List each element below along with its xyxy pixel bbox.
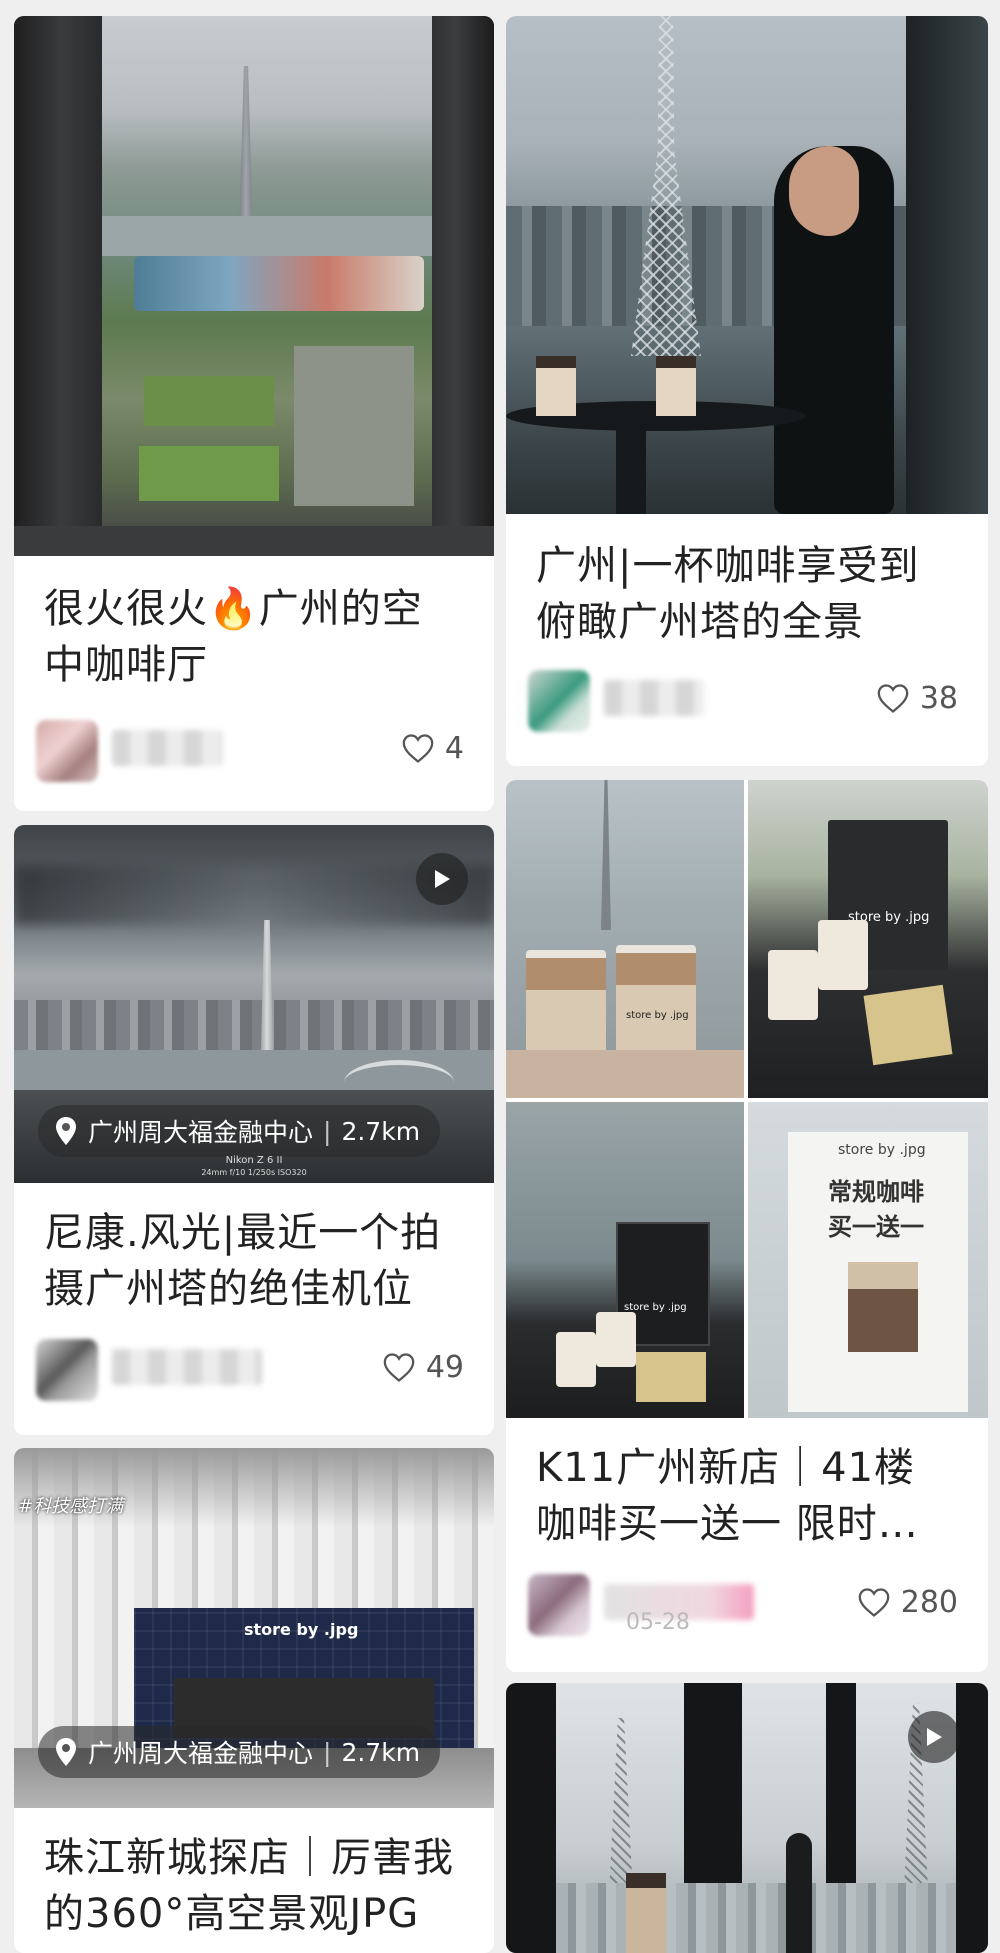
poster-line2: 买一送一 — [828, 1213, 924, 1241]
card-title-line2: 摄广州塔的绝佳机位 — [44, 1266, 413, 1312]
heart-icon — [383, 1353, 415, 1382]
play-button[interactable] — [908, 1711, 960, 1763]
collage-photo-4: store by .jpg 常规咖啡 买一送一 — [748, 1102, 988, 1418]
author-avatar[interactable] — [36, 720, 98, 782]
author-name-blurred[interactable] — [112, 1349, 262, 1385]
card-title-line2: 咖啡买一送一 限时… — [536, 1501, 919, 1547]
poster-line1: 常规咖啡 — [828, 1178, 924, 1206]
author-avatar[interactable] — [528, 1574, 590, 1636]
cup-label: store by .jpg — [626, 1010, 689, 1021]
collage-photo-1: store by .jpg — [506, 780, 744, 1098]
location-name: 广州周大福金融中心 — [88, 1739, 314, 1768]
location-name: 广州周大福金融中心 — [88, 1118, 314, 1147]
author-name-blurred[interactable] — [112, 730, 222, 766]
card-title-line1: K11广州新店｜41楼 — [536, 1445, 916, 1491]
feed-card-left-3[interactable]: #科技感打满 store by .jpg 广州周大福金融中心 | 2.7km 珠… — [14, 1448, 494, 1953]
cover-collage: store by .jpg store by .jpg store by .jp… — [506, 780, 988, 1418]
play-button[interactable] — [416, 853, 468, 905]
like-button[interactable]: 280 — [857, 1582, 958, 1622]
separator: | — [323, 1737, 332, 1767]
location-tag[interactable]: 广州周大福金融中心 | 2.7km — [38, 1726, 441, 1778]
hashtag-text: #科技感打满 — [18, 1496, 124, 1517]
location-distance: 2.7km — [341, 1737, 421, 1767]
store-sign: store by .jpg — [244, 1620, 359, 1639]
play-icon — [435, 870, 450, 888]
card-title-line1: 珠江新城探店｜厉害我 — [44, 1835, 454, 1881]
heart-icon — [858, 1588, 890, 1617]
collage-photo-3: store by .jpg — [506, 1102, 744, 1418]
author-name-blurred[interactable] — [604, 680, 704, 716]
feed-card-right-3[interactable] — [506, 1683, 988, 1953]
like-button[interactable]: 38 — [876, 678, 958, 718]
card-title-line1: 广州|一杯咖啡享受到 — [536, 543, 920, 589]
cover-image — [14, 16, 494, 556]
like-count: 4 — [444, 730, 464, 766]
collage-photo-2: store by .jpg — [748, 780, 988, 1098]
card-title-line2: 中咖啡厅 — [44, 642, 208, 688]
feed-card-left-1[interactable]: 很火很火🔥广州的空 中咖啡厅 4 — [14, 16, 494, 811]
camera-settings: 24mm f/10 1/250s ISO320 — [201, 1168, 307, 1177]
like-count: 280 — [900, 1584, 958, 1620]
like-count: 49 — [425, 1349, 464, 1385]
author-avatar[interactable] — [36, 1339, 98, 1401]
card-title-line1: 尼康.风光|最近一个拍 — [44, 1210, 442, 1256]
cover-video — [506, 1683, 988, 1953]
cover-image — [506, 16, 988, 514]
card-title-line1: 很火很火🔥广州的空 — [44, 586, 423, 632]
camera-model: Nikon Z 6 II — [225, 1155, 283, 1166]
separator: | — [323, 1116, 332, 1146]
post-date: 05-28 — [626, 1610, 690, 1635]
like-count: 38 — [919, 680, 958, 716]
feed-card-right-2[interactable]: store by .jpg store by .jpg store by .jp… — [506, 780, 988, 1672]
card-title-line2: 俯瞰广州塔的全景 — [536, 599, 864, 645]
poster-brand: store by .jpg — [838, 1142, 926, 1158]
location-distance: 2.7km — [341, 1116, 421, 1146]
like-button[interactable]: 49 — [382, 1347, 464, 1387]
location-pin-icon — [56, 1738, 76, 1766]
feed-card-right-1[interactable]: 广州|一杯咖啡享受到 俯瞰广州塔的全景 38 — [506, 16, 988, 766]
cover-video: 广州周大福金融中心 | 2.7km Nikon Z 6 II 24mm f/10… — [14, 825, 494, 1183]
location-tag[interactable]: 广州周大福金融中心 | 2.7km — [38, 1105, 441, 1157]
heart-icon — [877, 684, 909, 713]
camera-caption: Nikon Z 6 II 24mm f/10 1/250s ISO320 — [14, 1155, 494, 1179]
play-icon — [927, 1728, 942, 1746]
like-button[interactable]: 4 — [401, 728, 464, 768]
heart-icon — [402, 734, 434, 763]
cover-image: #科技感打满 store by .jpg 广州周大福金融中心 | 2.7km — [14, 1448, 494, 1808]
card-title-line2: 的360°高空景观JPG — [44, 1891, 420, 1937]
author-avatar[interactable] — [528, 670, 590, 732]
location-pin-icon — [56, 1117, 76, 1145]
feed-card-left-2[interactable]: 广州周大福金融中心 | 2.7km Nikon Z 6 II 24mm f/10… — [14, 825, 494, 1435]
